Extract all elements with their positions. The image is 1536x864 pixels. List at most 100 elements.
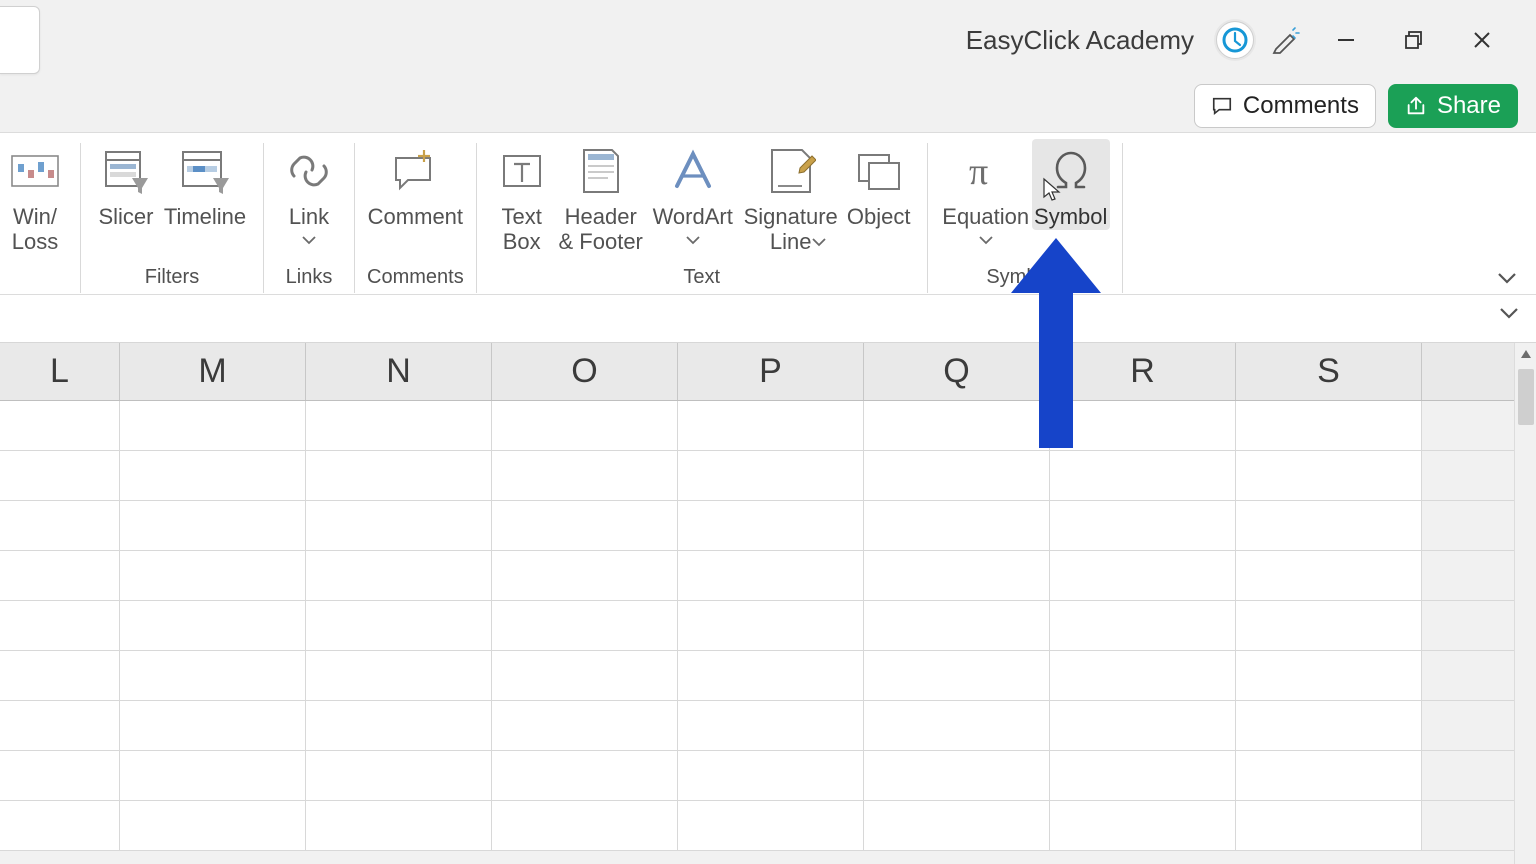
cell[interactable] bbox=[864, 551, 1050, 600]
cell[interactable] bbox=[0, 701, 120, 750]
cell[interactable] bbox=[120, 651, 306, 700]
share-button[interactable]: Share bbox=[1388, 84, 1518, 128]
cell[interactable] bbox=[0, 651, 120, 700]
cell[interactable] bbox=[306, 451, 492, 500]
cell[interactable] bbox=[120, 401, 306, 450]
cell[interactable] bbox=[0, 501, 120, 550]
timeline-button[interactable]: Timeline bbox=[159, 139, 251, 230]
link-button[interactable]: Link bbox=[276, 139, 342, 246]
winloss-button[interactable]: Win/ Loss bbox=[2, 139, 68, 254]
cell[interactable] bbox=[1050, 701, 1236, 750]
cell[interactable] bbox=[492, 601, 678, 650]
column-header[interactable]: Q bbox=[864, 343, 1050, 400]
headerfooter-button[interactable]: Header & Footer bbox=[555, 139, 647, 254]
cell[interactable] bbox=[678, 801, 864, 850]
cell[interactable] bbox=[1236, 601, 1422, 650]
cell[interactable] bbox=[1050, 801, 1236, 850]
object-button[interactable]: Object bbox=[843, 139, 915, 230]
cell[interactable] bbox=[1050, 601, 1236, 650]
cell[interactable] bbox=[0, 401, 120, 450]
equation-button[interactable]: π Equation bbox=[940, 139, 1032, 246]
cell[interactable] bbox=[678, 501, 864, 550]
close-icon[interactable] bbox=[1452, 18, 1512, 62]
cell[interactable] bbox=[306, 501, 492, 550]
signature-line-button[interactable]: Signature Line bbox=[739, 139, 843, 248]
column-header[interactable]: M bbox=[120, 343, 306, 400]
cell[interactable] bbox=[864, 501, 1050, 550]
cell[interactable] bbox=[120, 801, 306, 850]
cell[interactable] bbox=[1050, 651, 1236, 700]
formula-bar-expand-icon[interactable] bbox=[1498, 305, 1520, 321]
cell[interactable] bbox=[678, 601, 864, 650]
symbol-button[interactable]: Symbol bbox=[1032, 139, 1110, 230]
cell[interactable] bbox=[864, 801, 1050, 850]
cell[interactable] bbox=[864, 751, 1050, 800]
cell[interactable] bbox=[864, 701, 1050, 750]
cell[interactable] bbox=[1236, 651, 1422, 700]
cell[interactable] bbox=[864, 401, 1050, 450]
cell[interactable] bbox=[1236, 401, 1422, 450]
cell[interactable] bbox=[492, 451, 678, 500]
cell[interactable] bbox=[120, 451, 306, 500]
cell[interactable] bbox=[306, 401, 492, 450]
cell[interactable] bbox=[492, 501, 678, 550]
cell[interactable] bbox=[492, 751, 678, 800]
cell[interactable] bbox=[0, 451, 120, 500]
cell[interactable] bbox=[492, 701, 678, 750]
pen-sparkle-icon[interactable] bbox=[1262, 25, 1308, 55]
cell[interactable] bbox=[678, 701, 864, 750]
cell[interactable] bbox=[678, 401, 864, 450]
cell[interactable] bbox=[678, 451, 864, 500]
cell[interactable] bbox=[1236, 801, 1422, 850]
cell[interactable] bbox=[120, 501, 306, 550]
ribbon-collapse-chevron-icon[interactable] bbox=[1496, 270, 1518, 286]
cell[interactable] bbox=[0, 551, 120, 600]
cell[interactable] bbox=[678, 651, 864, 700]
scroll-thumb[interactable] bbox=[1518, 369, 1534, 425]
cell[interactable] bbox=[0, 751, 120, 800]
cell[interactable] bbox=[306, 651, 492, 700]
cell[interactable] bbox=[120, 601, 306, 650]
cell[interactable] bbox=[306, 751, 492, 800]
column-header[interactable]: S bbox=[1236, 343, 1422, 400]
cell[interactable] bbox=[1050, 751, 1236, 800]
restore-icon[interactable] bbox=[1384, 18, 1444, 62]
textbox-button[interactable]: Text Box bbox=[489, 139, 555, 254]
minimize-icon[interactable] bbox=[1316, 18, 1376, 62]
cell[interactable] bbox=[1236, 701, 1422, 750]
cell[interactable] bbox=[306, 701, 492, 750]
cell[interactable] bbox=[1236, 501, 1422, 550]
cell[interactable] bbox=[306, 601, 492, 650]
cell[interactable] bbox=[1050, 501, 1236, 550]
wordart-button[interactable]: WordArt bbox=[647, 139, 739, 246]
cell[interactable] bbox=[492, 401, 678, 450]
column-header[interactable]: L bbox=[0, 343, 120, 400]
column-header[interactable]: R bbox=[1050, 343, 1236, 400]
column-header[interactable]: N bbox=[306, 343, 492, 400]
grid-body[interactable] bbox=[0, 401, 1536, 851]
cell[interactable] bbox=[1236, 451, 1422, 500]
cell[interactable] bbox=[120, 701, 306, 750]
comment-button[interactable]: Comment bbox=[369, 139, 461, 230]
cell[interactable] bbox=[1236, 551, 1422, 600]
formula-bar[interactable] bbox=[0, 295, 1536, 343]
column-header[interactable]: P bbox=[678, 343, 864, 400]
cell[interactable] bbox=[306, 801, 492, 850]
cell[interactable] bbox=[0, 801, 120, 850]
cell[interactable] bbox=[492, 551, 678, 600]
scroll-up-icon[interactable] bbox=[1515, 343, 1536, 365]
cell[interactable] bbox=[864, 451, 1050, 500]
cell[interactable] bbox=[678, 751, 864, 800]
cell[interactable] bbox=[492, 651, 678, 700]
cell[interactable] bbox=[678, 551, 864, 600]
cell[interactable] bbox=[492, 801, 678, 850]
cell[interactable] bbox=[1050, 451, 1236, 500]
account-logo-icon[interactable] bbox=[1216, 21, 1254, 59]
slicer-button[interactable]: Slicer bbox=[93, 139, 159, 230]
column-header[interactable]: O bbox=[492, 343, 678, 400]
cell[interactable] bbox=[120, 551, 306, 600]
cell[interactable] bbox=[0, 601, 120, 650]
comments-button[interactable]: Comments bbox=[1194, 84, 1376, 128]
cell[interactable] bbox=[864, 601, 1050, 650]
cell[interactable] bbox=[1050, 551, 1236, 600]
